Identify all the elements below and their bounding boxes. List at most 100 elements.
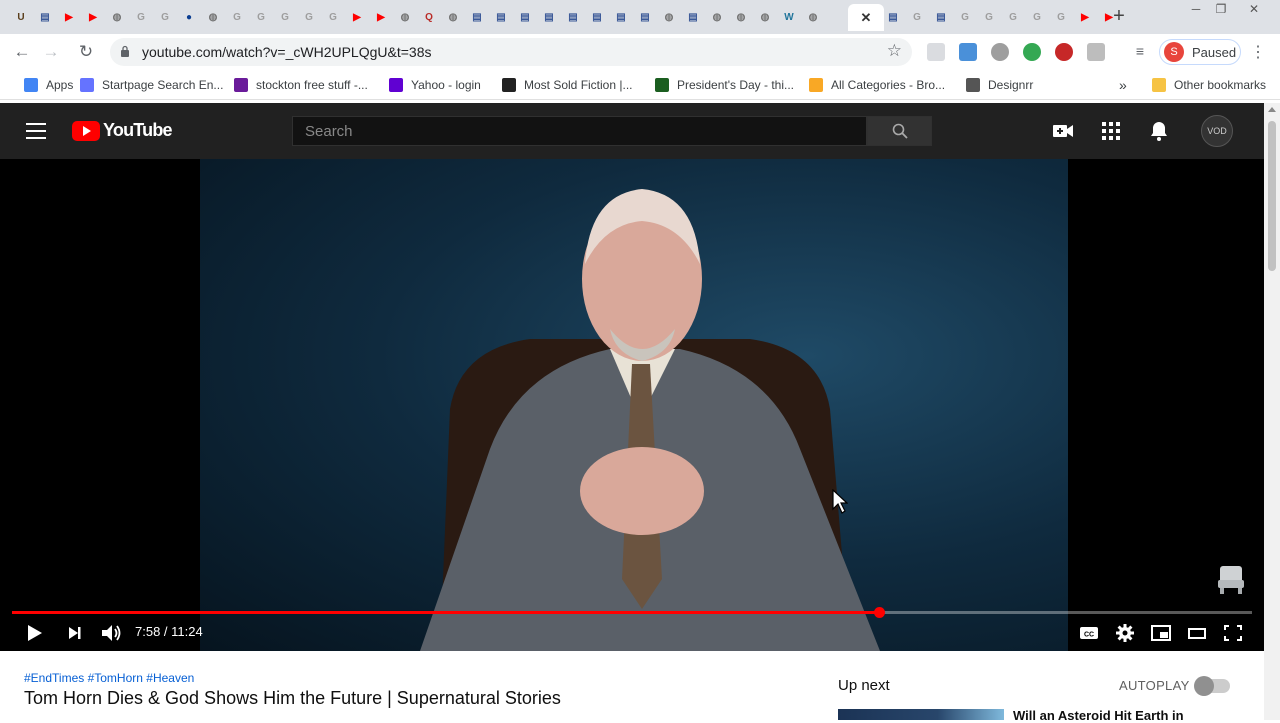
extension-icon[interactable] — [1087, 43, 1105, 61]
video-player[interactable]: 7:58 / 11:24 CC — [0, 159, 1264, 651]
bookmark-item[interactable]: President's Day - thi... — [655, 76, 794, 94]
notifications-bell-icon[interactable] — [1147, 119, 1171, 143]
google-icon[interactable]: G — [979, 7, 999, 27]
google-icon[interactable]: G — [251, 7, 271, 27]
page-icon[interactable]: ▤ — [635, 7, 655, 27]
nasa-icon[interactable]: ● — [179, 7, 199, 27]
captions-icon[interactable]: CC — [1078, 621, 1100, 645]
restore-icon[interactable]: ❐ — [1209, 2, 1233, 16]
youtube-icon[interactable]: ▶ — [83, 7, 103, 27]
bookmark-star-icon[interactable]: ☆ — [887, 41, 902, 61]
youtube-logo[interactable]: YouTube — [72, 120, 173, 141]
google-icon[interactable]: G — [1051, 7, 1071, 27]
extension-icon[interactable] — [959, 43, 977, 61]
other-bookmarks[interactable]: Other bookmarks — [1152, 76, 1266, 94]
page-icon[interactable]: ▤ — [563, 7, 583, 27]
globe-icon[interactable]: ◍ — [755, 7, 775, 27]
autoplay-toggle[interactable] — [1194, 676, 1230, 696]
theater-mode-icon[interactable] — [1186, 621, 1208, 645]
back-icon[interactable]: ← — [10, 40, 34, 64]
page-icon[interactable]: ▤ — [883, 7, 903, 27]
profile-button[interactable]: S Paused — [1159, 39, 1241, 65]
page-icon[interactable]: ▤ — [515, 7, 535, 27]
page-icon[interactable]: ▤ — [491, 7, 511, 27]
next-video-icon[interactable] — [66, 621, 84, 645]
globe-icon[interactable]: ◍ — [203, 7, 223, 27]
progress-bar[interactable] — [12, 607, 1252, 618]
google-icon[interactable]: G — [955, 7, 975, 27]
page-icon[interactable]: ▤ — [35, 7, 55, 27]
bookmark-item[interactable]: Startpage Search En... — [80, 76, 223, 94]
bookmarks-overflow-icon[interactable]: » — [1119, 76, 1127, 94]
globe-icon[interactable]: ◍ — [731, 7, 751, 27]
reading-list-icon[interactable]: ≡ — [1131, 43, 1149, 61]
google-icon[interactable]: G — [1027, 7, 1047, 27]
page-icon[interactable]: ▤ — [467, 7, 487, 27]
tab-close-icon[interactable]: ✕ — [861, 10, 872, 26]
bookmark-item[interactable]: stockton free stuff -... — [234, 76, 368, 94]
fullscreen-icon[interactable] — [1222, 621, 1244, 645]
new-tab-button[interactable]: + — [1109, 6, 1129, 27]
globe-icon[interactable]: ◍ — [107, 7, 127, 27]
page-scrollbar[interactable] — [1264, 103, 1280, 720]
youtube-icon[interactable]: ▶ — [1075, 7, 1095, 27]
globe-icon[interactable]: ◍ — [443, 7, 463, 27]
bookmark-item[interactable]: Apps — [24, 76, 73, 94]
globe-icon[interactable]: ◍ — [803, 7, 823, 27]
google-icon[interactable]: G — [299, 7, 319, 27]
google-icon[interactable]: G — [275, 7, 295, 27]
forward-icon[interactable]: → — [39, 40, 63, 64]
play-icon[interactable] — [24, 621, 44, 645]
wordpress-icon[interactable]: W — [779, 7, 799, 27]
bookmark-item[interactable]: Most Sold Fiction |... — [502, 76, 633, 94]
page-icon[interactable]: ▤ — [683, 7, 703, 27]
channel-watermark-icon[interactable] — [1214, 562, 1248, 596]
next-video-thumbnail[interactable] — [838, 709, 1004, 720]
search-input[interactable] — [293, 117, 866, 145]
google-icon[interactable]: G — [323, 7, 343, 27]
address-bar[interactable]: youtube.com/watch?v=_cWH2UPLQgU&t=38s ☆ — [110, 38, 912, 66]
apps-grid-icon[interactable] — [1099, 119, 1123, 143]
scrubber-handle[interactable] — [873, 607, 885, 618]
google-icon[interactable]: G — [1003, 7, 1023, 27]
account-avatar[interactable]: VOD — [1201, 115, 1233, 147]
youtube-icon[interactable]: ▶ — [347, 7, 367, 27]
bookmark-item[interactable]: All Categories - Bro... — [809, 76, 945, 94]
globe-icon[interactable]: ◍ — [707, 7, 727, 27]
miniplayer-icon[interactable] — [1150, 621, 1172, 645]
bookmark-item[interactable]: Yahoo - login — [389, 76, 481, 94]
youtube-icon[interactable]: ▶ — [371, 7, 391, 27]
quora-icon[interactable]: Q — [419, 7, 439, 27]
browser-menu-icon[interactable]: ⋮ — [1250, 42, 1266, 62]
google-icon[interactable]: G — [155, 7, 175, 27]
volume-icon[interactable] — [100, 621, 122, 645]
globe-icon[interactable]: ◍ — [395, 7, 415, 27]
shield-extension-icon[interactable] — [1023, 43, 1041, 61]
adblock-icon[interactable] — [1055, 43, 1073, 61]
active-tab[interactable]: ✕ — [848, 4, 884, 31]
next-video-title[interactable]: Will an Asteroid Hit Earth in — [1013, 708, 1184, 723]
page-icon[interactable]: ▤ — [587, 7, 607, 27]
bookmark-item[interactable]: Designrr — [966, 76, 1033, 94]
minimize-icon[interactable]: ─ — [1184, 2, 1208, 16]
page-icon[interactable]: ▤ — [611, 7, 631, 27]
create-video-icon[interactable] — [1051, 119, 1075, 143]
page-icon[interactable]: ▤ — [931, 7, 951, 27]
window-close-icon[interactable]: ✕ — [1242, 2, 1266, 16]
page-icon[interactable]: ▤ — [539, 7, 559, 27]
youtube-icon[interactable]: ▶ — [59, 7, 79, 27]
menu-icon[interactable] — [26, 123, 46, 139]
extension-icon[interactable] — [927, 43, 945, 61]
google-icon[interactable]: G — [131, 7, 151, 27]
search-button[interactable] — [867, 116, 932, 146]
scrollbar-thumb[interactable] — [1268, 121, 1276, 271]
globe-icon[interactable]: ◍ — [659, 7, 679, 27]
reload-icon[interactable]: ↻ — [74, 40, 98, 64]
settings-gear-icon[interactable] — [1114, 621, 1136, 645]
video-hashtags[interactable]: #EndTimes #TomHorn #Heaven — [24, 671, 194, 685]
ups-icon[interactable]: U — [11, 7, 31, 27]
google-icon[interactable]: G — [907, 7, 927, 27]
google-icon[interactable]: G — [227, 7, 247, 27]
extension-icon[interactable] — [991, 43, 1009, 61]
scroll-up-icon[interactable] — [1268, 107, 1276, 112]
